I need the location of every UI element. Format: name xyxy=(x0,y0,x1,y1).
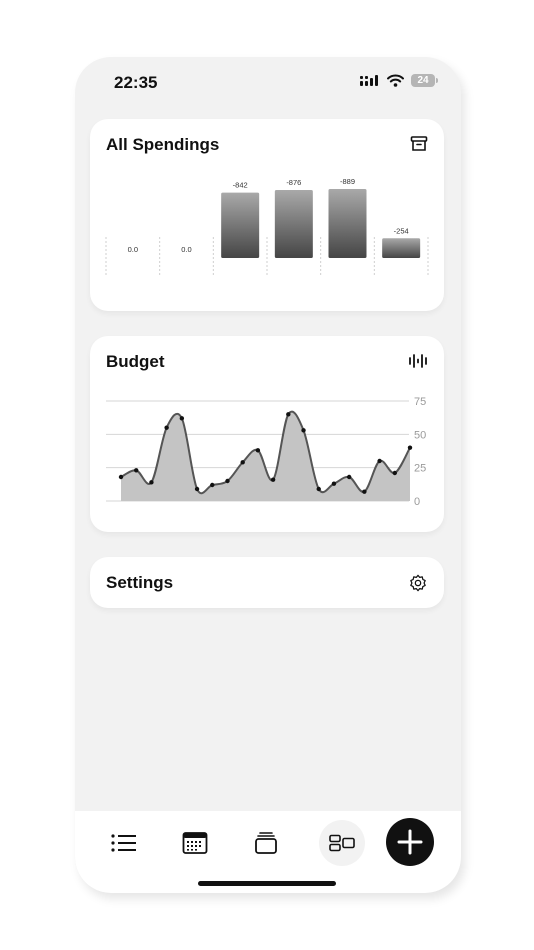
plus-icon xyxy=(397,829,423,855)
phone-screen: 22:35 24 All Spendings 0.024/040.024/05-… xyxy=(75,57,461,893)
budget-card[interactable]: Budget 0 25 50 75 xyxy=(90,336,444,532)
calendar-icon xyxy=(182,832,208,854)
budget-point xyxy=(362,489,367,494)
budget-point xyxy=(225,478,230,484)
spending-bar xyxy=(328,189,367,258)
home-indicator xyxy=(198,881,336,886)
status-icons: 24 xyxy=(360,74,438,87)
spendings-card[interactable]: All Spendings 0.024/040.024/05-84224/06-… xyxy=(90,119,444,311)
spendings-bar-chart: 0.024/040.024/05-84224/06-87624/07-88924… xyxy=(105,177,429,276)
budget-point xyxy=(331,481,337,486)
spending-bar xyxy=(221,192,260,258)
wifi-icon xyxy=(387,74,404,87)
budget-point xyxy=(164,425,169,430)
battery-icon: 24 xyxy=(411,74,438,87)
budget-point xyxy=(392,470,397,476)
bar-value-label: -254 xyxy=(394,226,409,235)
tab-bar xyxy=(75,811,461,893)
budget-point xyxy=(316,486,321,492)
budget-point xyxy=(194,486,200,492)
dashboard-icon xyxy=(329,834,355,852)
budget-point xyxy=(240,460,245,465)
budget-area-chart: 0 25 50 75 xyxy=(106,396,426,508)
bar-value-label: 0.0 xyxy=(128,245,138,254)
budget-point xyxy=(346,474,352,480)
budget-point xyxy=(377,458,382,464)
list-icon xyxy=(111,834,136,852)
bar-value-label: -842 xyxy=(233,181,248,190)
budget-ytick-label: 50 xyxy=(414,429,426,441)
stack-icon xyxy=(255,832,277,854)
budget-point xyxy=(210,482,215,488)
add-button[interactable] xyxy=(386,818,434,866)
budget-point xyxy=(286,412,291,417)
bar-value-label: -876 xyxy=(286,178,301,187)
budget-point xyxy=(134,468,139,473)
budget-point xyxy=(179,416,185,421)
budget-point xyxy=(407,445,413,450)
tab-calendar[interactable] xyxy=(175,827,215,859)
budget-point xyxy=(301,428,306,433)
tab-list[interactable] xyxy=(104,827,144,859)
settings-title: Settings xyxy=(106,573,174,592)
budget-point xyxy=(270,477,276,482)
budget-point xyxy=(255,448,261,453)
settings-card[interactable]: Settings xyxy=(90,557,444,608)
bar-value-label: 0.0 xyxy=(181,245,191,254)
tab-stack[interactable] xyxy=(246,827,286,859)
spending-bar xyxy=(382,238,421,258)
budget-ytick-label: 75 xyxy=(414,396,426,408)
budget-ytick-label: 0 xyxy=(414,496,420,508)
budget-ytick-label: 25 xyxy=(414,463,426,475)
status-time: 22:35 xyxy=(114,73,158,92)
budget-point xyxy=(118,474,124,480)
tab-dashboard[interactable] xyxy=(322,827,362,859)
bar-value-label: -889 xyxy=(340,177,355,186)
cellular-signal-icon xyxy=(360,74,378,86)
gear-icon[interactable] xyxy=(408,573,428,598)
budget-point xyxy=(149,480,154,485)
spending-bar xyxy=(274,190,313,258)
